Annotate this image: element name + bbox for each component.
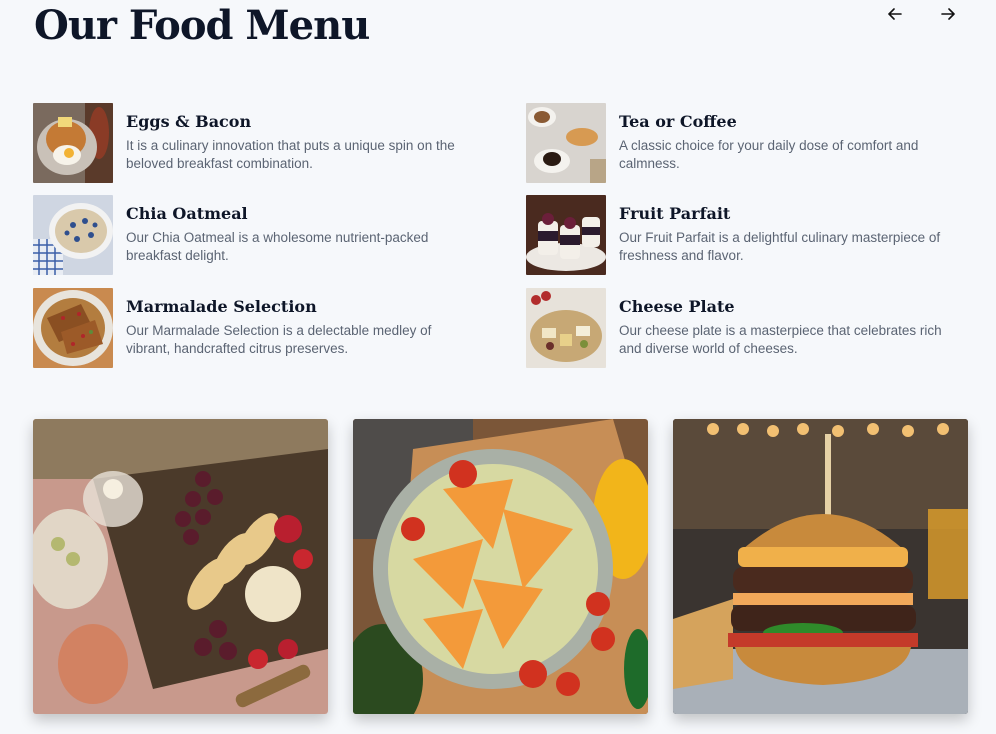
arrow-right-icon	[941, 8, 955, 20]
menu-item-chia-oatmeal[interactable]: Chia Oatmeal Our Chia Oatmeal is a whole…	[33, 195, 453, 275]
nachos-bowl-photo[interactable]	[353, 419, 648, 714]
menu-item-description: It is a culinary innovation that puts a …	[126, 138, 455, 171]
burger-photo[interactable]	[673, 419, 968, 714]
menu-item-description: Our Marmalade Selection is a delectable …	[126, 323, 432, 356]
menu-item-description: Our Fruit Parfait is a delightful culina…	[619, 230, 941, 263]
carousel-prev-button[interactable]	[884, 4, 906, 24]
menu-item-description: Our Chia Oatmeal is a wholesome nutrient…	[126, 230, 429, 263]
page-title: Our Food Menu	[34, 2, 370, 49]
menu-item-name: Marmalade Selection	[126, 297, 317, 316]
menu-item-name: Eggs & Bacon	[126, 112, 252, 131]
charcuterie-board-photo[interactable]	[33, 419, 328, 714]
menu-item-description: Our cheese plate is a masterpiece that c…	[619, 323, 942, 356]
menu-item-name: Tea or Coffee	[619, 112, 737, 131]
cheese-plate-thumbnail	[526, 288, 606, 368]
menu-item-tea-coffee[interactable]: Tea or Coffee A classic choice for your …	[526, 103, 946, 183]
eggs-bacon-thumbnail	[33, 103, 113, 183]
menu-list: Eggs & Bacon It is a culinary innovation…	[33, 103, 942, 368]
arrow-left-icon	[888, 8, 902, 20]
tea-coffee-thumbnail	[526, 103, 606, 183]
menu-item-name: Fruit Parfait	[619, 204, 731, 223]
menu-item-marmalade-selection[interactable]: Marmalade Selection Our Marmalade Select…	[33, 288, 453, 368]
menu-item-eggs-bacon[interactable]: Eggs & Bacon It is a culinary innovation…	[33, 103, 455, 183]
carousel-next-button[interactable]	[937, 4, 959, 24]
menu-item-cheese-plate[interactable]: Cheese Plate Our cheese plate is a maste…	[526, 288, 946, 368]
menu-item-description: A classic choice for your daily dose of …	[619, 138, 919, 171]
fruit-parfait-thumbnail	[526, 195, 606, 275]
marmalade-thumbnail	[33, 288, 113, 368]
menu-item-name: Chia Oatmeal	[126, 204, 248, 223]
chia-oatmeal-thumbnail	[33, 195, 113, 275]
menu-item-name: Cheese Plate	[619, 297, 735, 316]
menu-item-fruit-parfait[interactable]: Fruit Parfait Our Fruit Parfait is a del…	[526, 195, 946, 275]
